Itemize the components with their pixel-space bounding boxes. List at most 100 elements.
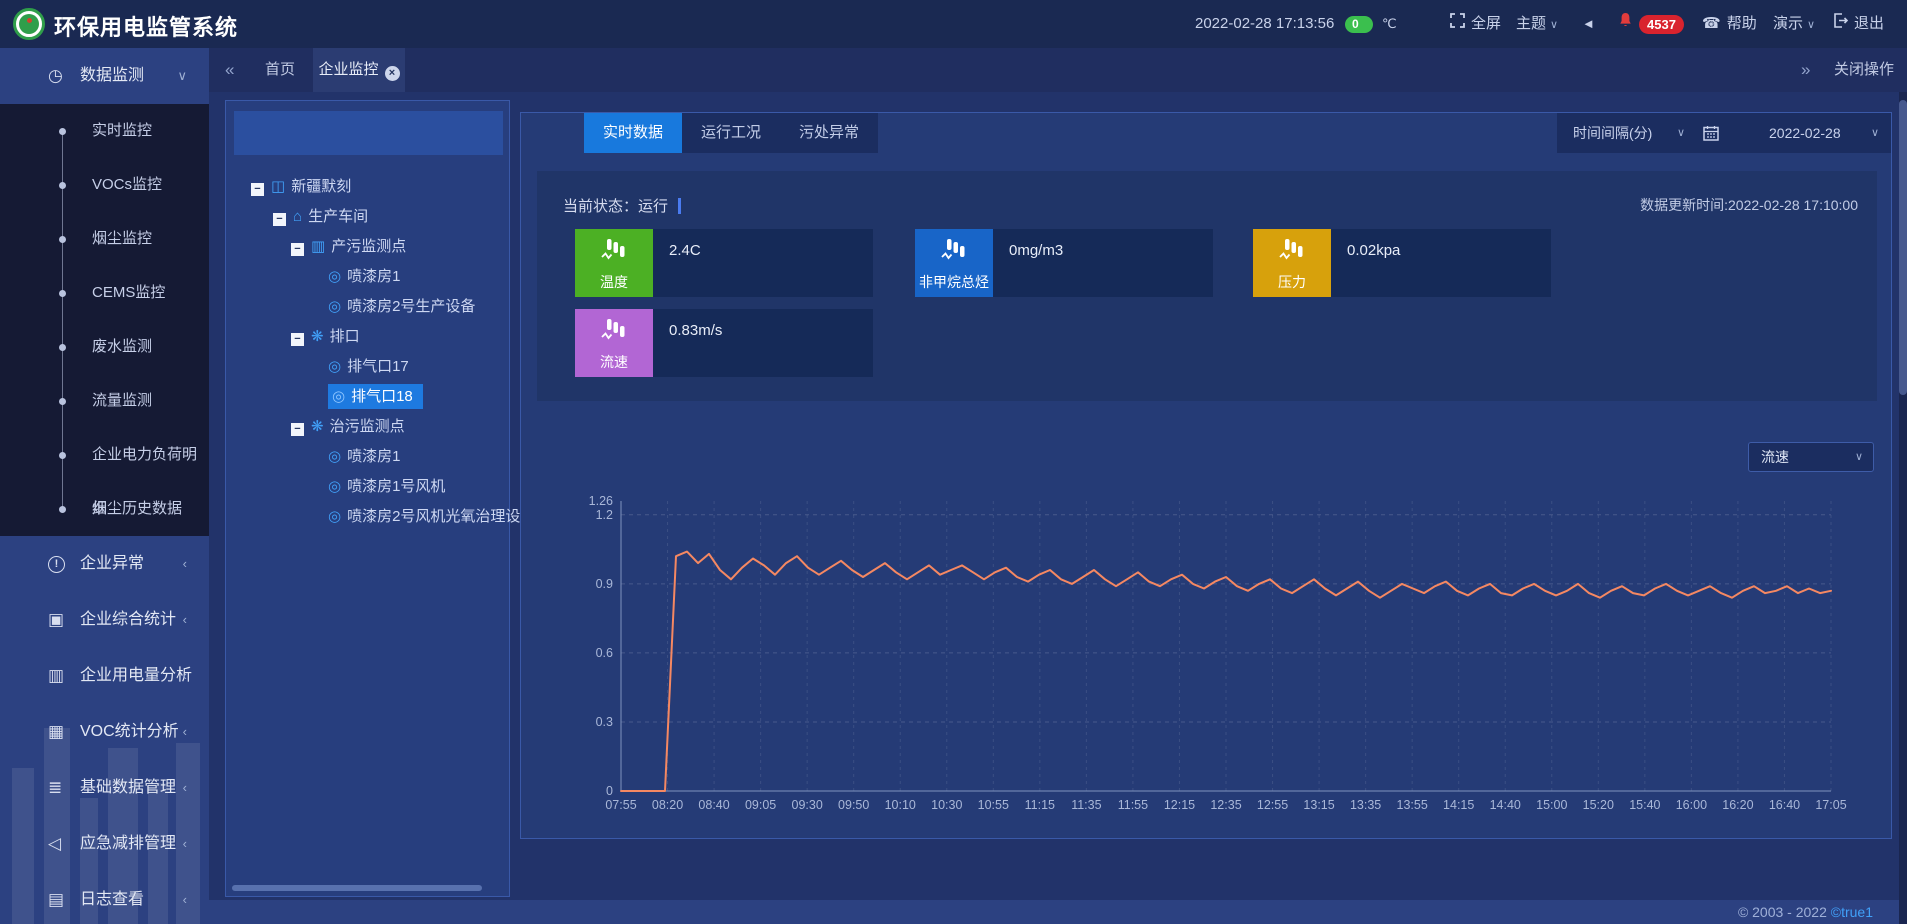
chevron-down-icon: ∨ (1871, 113, 1879, 153)
tree-node-text: 喷漆房2号风机光氧治理设备 (347, 508, 535, 525)
svg-text:0.9: 0.9 (596, 577, 613, 591)
chevron-left-icon: ‹ (183, 816, 187, 872)
content-tab-0[interactable]: 实时数据 (584, 113, 682, 153)
bullet-icon (59, 182, 66, 189)
speaker-icon: ◄ (1582, 16, 1595, 31)
sidebar-item-label: 流量监测 (92, 374, 152, 428)
main-panel: 实时数据运行工况污处异常 时间间隔(分) ∨ 2022-02-28 ∨ 当前状态… (520, 112, 1892, 839)
sidebar-item-5[interactable]: 流量监测 (0, 374, 209, 428)
tree-leaf-icon: ◎ (332, 388, 345, 405)
temperature-value: 0 (1345, 16, 1373, 33)
tree-horizontal-scrollbar[interactable] (232, 885, 482, 891)
tree-node-label: ◎喷漆房1号风机 (328, 478, 445, 495)
svg-text:12:15: 12:15 (1164, 798, 1195, 812)
sidebar-group-7[interactable]: ▤日志查看‹ (0, 872, 209, 924)
footer: © 2003 - 2022 ©true1 (209, 900, 1907, 924)
demo-menu[interactable]: 演示∨ (1773, 0, 1815, 48)
metric-card-value: 0.02kpa (1347, 242, 1400, 259)
brand-link[interactable]: ©true1 (1831, 904, 1873, 920)
tree-company-icon: ◫ (271, 178, 285, 195)
calendar-icon (1703, 125, 1719, 144)
tree-node-text: 喷漆房1 (347, 268, 400, 285)
tree-node-label: ◎排气口18 (328, 384, 423, 409)
logout-button[interactable]: 退出 (1833, 0, 1884, 48)
series-select[interactable]: 流速 ∨ (1748, 442, 1874, 472)
svg-text:12:35: 12:35 (1210, 798, 1241, 812)
bullet-icon (59, 290, 66, 297)
sidebar-item-label: 烟尘历史数据 (92, 482, 182, 536)
sidebar-group-1[interactable]: !企业异常‹ (0, 536, 209, 592)
interval-select[interactable]: 时间间隔(分) (1573, 113, 1652, 153)
notification-count: 4537 (1639, 15, 1684, 34)
tree-node[interactable]: −⌂生产车间 (226, 202, 558, 232)
tree-collapse-icon[interactable]: − (251, 183, 264, 196)
sidebar-item-0[interactable]: 实时监控 (0, 104, 209, 158)
sidebar-group-label: 基础数据管理 (80, 760, 176, 816)
tree-collapse-icon[interactable]: − (291, 243, 304, 256)
app-logo-core (19, 14, 39, 34)
svg-text:0: 0 (606, 784, 613, 798)
svg-text:13:35: 13:35 (1350, 798, 1381, 812)
sidebar-group-icon-clock-icon: ◷ (48, 48, 63, 104)
chevron-down-icon: ∨ (1550, 19, 1558, 31)
help-button[interactable]: ☎帮助 (1702, 0, 1757, 48)
sidebar-item-4[interactable]: 废水监测 (0, 320, 209, 374)
sidebar-group-label: 企业异常 (80, 536, 144, 592)
metric-card-icon: 流速 (575, 309, 653, 377)
sidebar-item-2[interactable]: 烟尘监控 (0, 212, 209, 266)
tabs-scroll-left-icon[interactable]: « (225, 48, 234, 92)
sidebar-group-2[interactable]: ▣企业综合统计‹ (0, 592, 209, 648)
temperature-unit: ℃ (1382, 0, 1397, 48)
svg-text:11:35: 11:35 (1071, 798, 1101, 812)
sidebar-item-3[interactable]: CEMS监控 (0, 266, 209, 320)
content-tab-2[interactable]: 污处异常 (780, 113, 878, 153)
tree-collapse-icon[interactable]: − (273, 213, 286, 226)
sidebar-item-6[interactable]: 企业电力负荷明细 (0, 428, 209, 482)
tab-home[interactable]: 首页 (249, 48, 311, 92)
sidebar-group-icon-bars-icon: ▥ (48, 648, 64, 704)
tabs-scroll-right-icon[interactable]: » (1801, 48, 1810, 92)
tree-collapse-icon[interactable]: − (291, 333, 304, 346)
tree-leaf-icon: ◎ (328, 448, 341, 465)
sidebar-group-icon-layers-icon: ≣ (48, 760, 62, 816)
content-tab-1[interactable]: 运行工况 (682, 113, 780, 153)
svg-text:13:15: 13:15 (1303, 798, 1334, 812)
metric-card-value: 2.4C (669, 242, 701, 259)
sidebar-group-5[interactable]: ≣基础数据管理‹ (0, 760, 209, 816)
tree-node-text: 喷漆房2号生产设备 (347, 298, 475, 315)
close-operations-button[interactable]: 关闭操作 (1829, 48, 1899, 92)
time-controls-bar: 时间间隔(分) ∨ 2022-02-28 ∨ (1557, 113, 1891, 153)
close-icon[interactable]: × (385, 66, 400, 81)
sidebar-item-1[interactable]: VOCs监控 (0, 158, 209, 212)
fullscreen-button[interactable]: 全屏 (1450, 0, 1501, 48)
sidebar-item-7[interactable]: 烟尘历史数据 (0, 482, 209, 536)
svg-text:14:15: 14:15 (1443, 798, 1474, 812)
tab-enterprise-monitor[interactable]: 企业监控× (313, 48, 405, 92)
svg-text:15:20: 15:20 (1583, 798, 1614, 812)
tree-node-label: ❋排口 (311, 328, 360, 345)
notifications-button[interactable]: 4537 (1618, 0, 1684, 48)
sidebar-group-3[interactable]: ▥企业用电量分析‹ (0, 648, 209, 704)
metric-card-1: 非甲烷总烃0mg/m3 (915, 229, 1213, 297)
sidebar-group-label: 企业用电量分析 (80, 648, 192, 704)
page-scrollbar-thumb[interactable] (1899, 100, 1907, 395)
tree-node[interactable]: −◫新疆默刻 (226, 172, 536, 202)
sidebar-group-6[interactable]: ◁应急减排管理‹ (0, 816, 209, 872)
mute-button[interactable]: ◄ (1582, 0, 1595, 48)
top-header: 环保用电监管系统 2022-02-28 17:13:56 0 ℃ 全屏 主题∨ … (0, 0, 1907, 48)
sidebar-group-4[interactable]: ▦VOC统计分析‹ (0, 704, 209, 760)
tree-node-label: ▥产污监测点 (311, 238, 406, 255)
date-select[interactable]: 2022-02-28 (1769, 113, 1841, 153)
sidebar-group-icon-warning-icon: ! (48, 556, 65, 573)
sidebar-group-0[interactable]: ◷数据监测∨ (0, 48, 209, 104)
tree-header-strip[interactable] (234, 111, 503, 155)
svg-text:16:00: 16:00 (1676, 798, 1707, 812)
tree-leaf-icon: ◎ (328, 268, 341, 285)
svg-text:14:40: 14:40 (1490, 798, 1521, 812)
theme-menu[interactable]: 主题∨ (1516, 0, 1558, 48)
tree-fan-icon: ❋ (311, 418, 324, 435)
sidebar-item-label: 烟尘监控 (92, 212, 152, 266)
svg-text:08:20: 08:20 (652, 798, 683, 812)
tree-collapse-icon[interactable]: − (291, 423, 304, 436)
svg-text:11:15: 11:15 (1025, 798, 1055, 812)
